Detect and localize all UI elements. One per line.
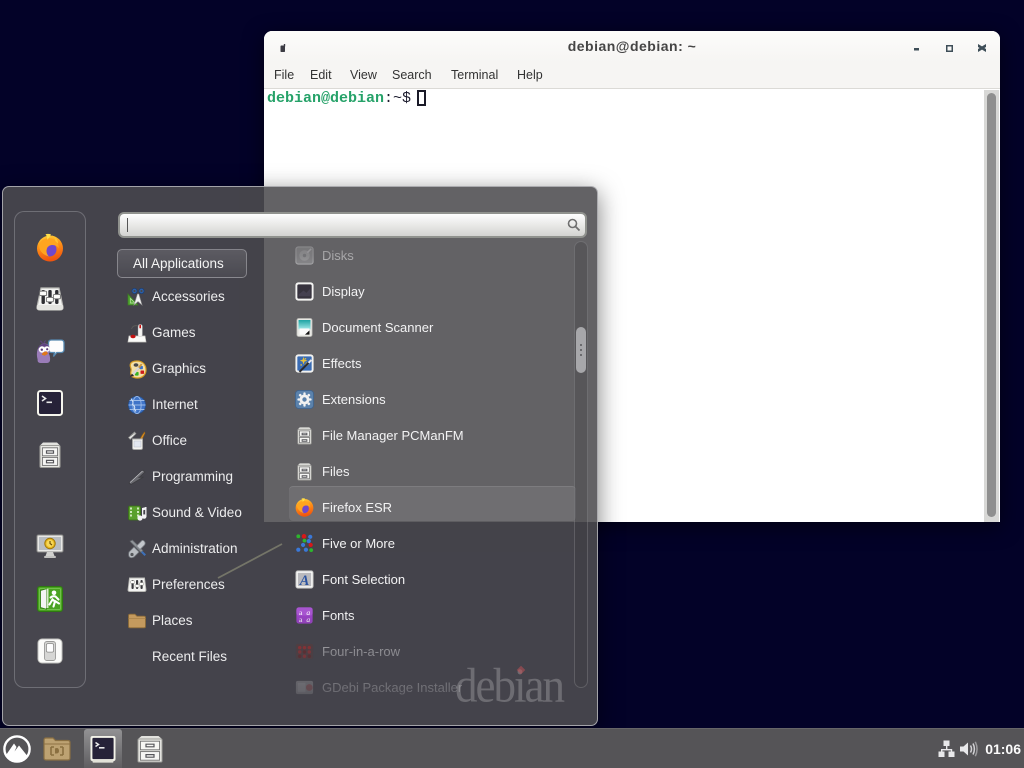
- svg-text:a: a: [306, 615, 310, 624]
- svg-text:A: A: [299, 573, 310, 589]
